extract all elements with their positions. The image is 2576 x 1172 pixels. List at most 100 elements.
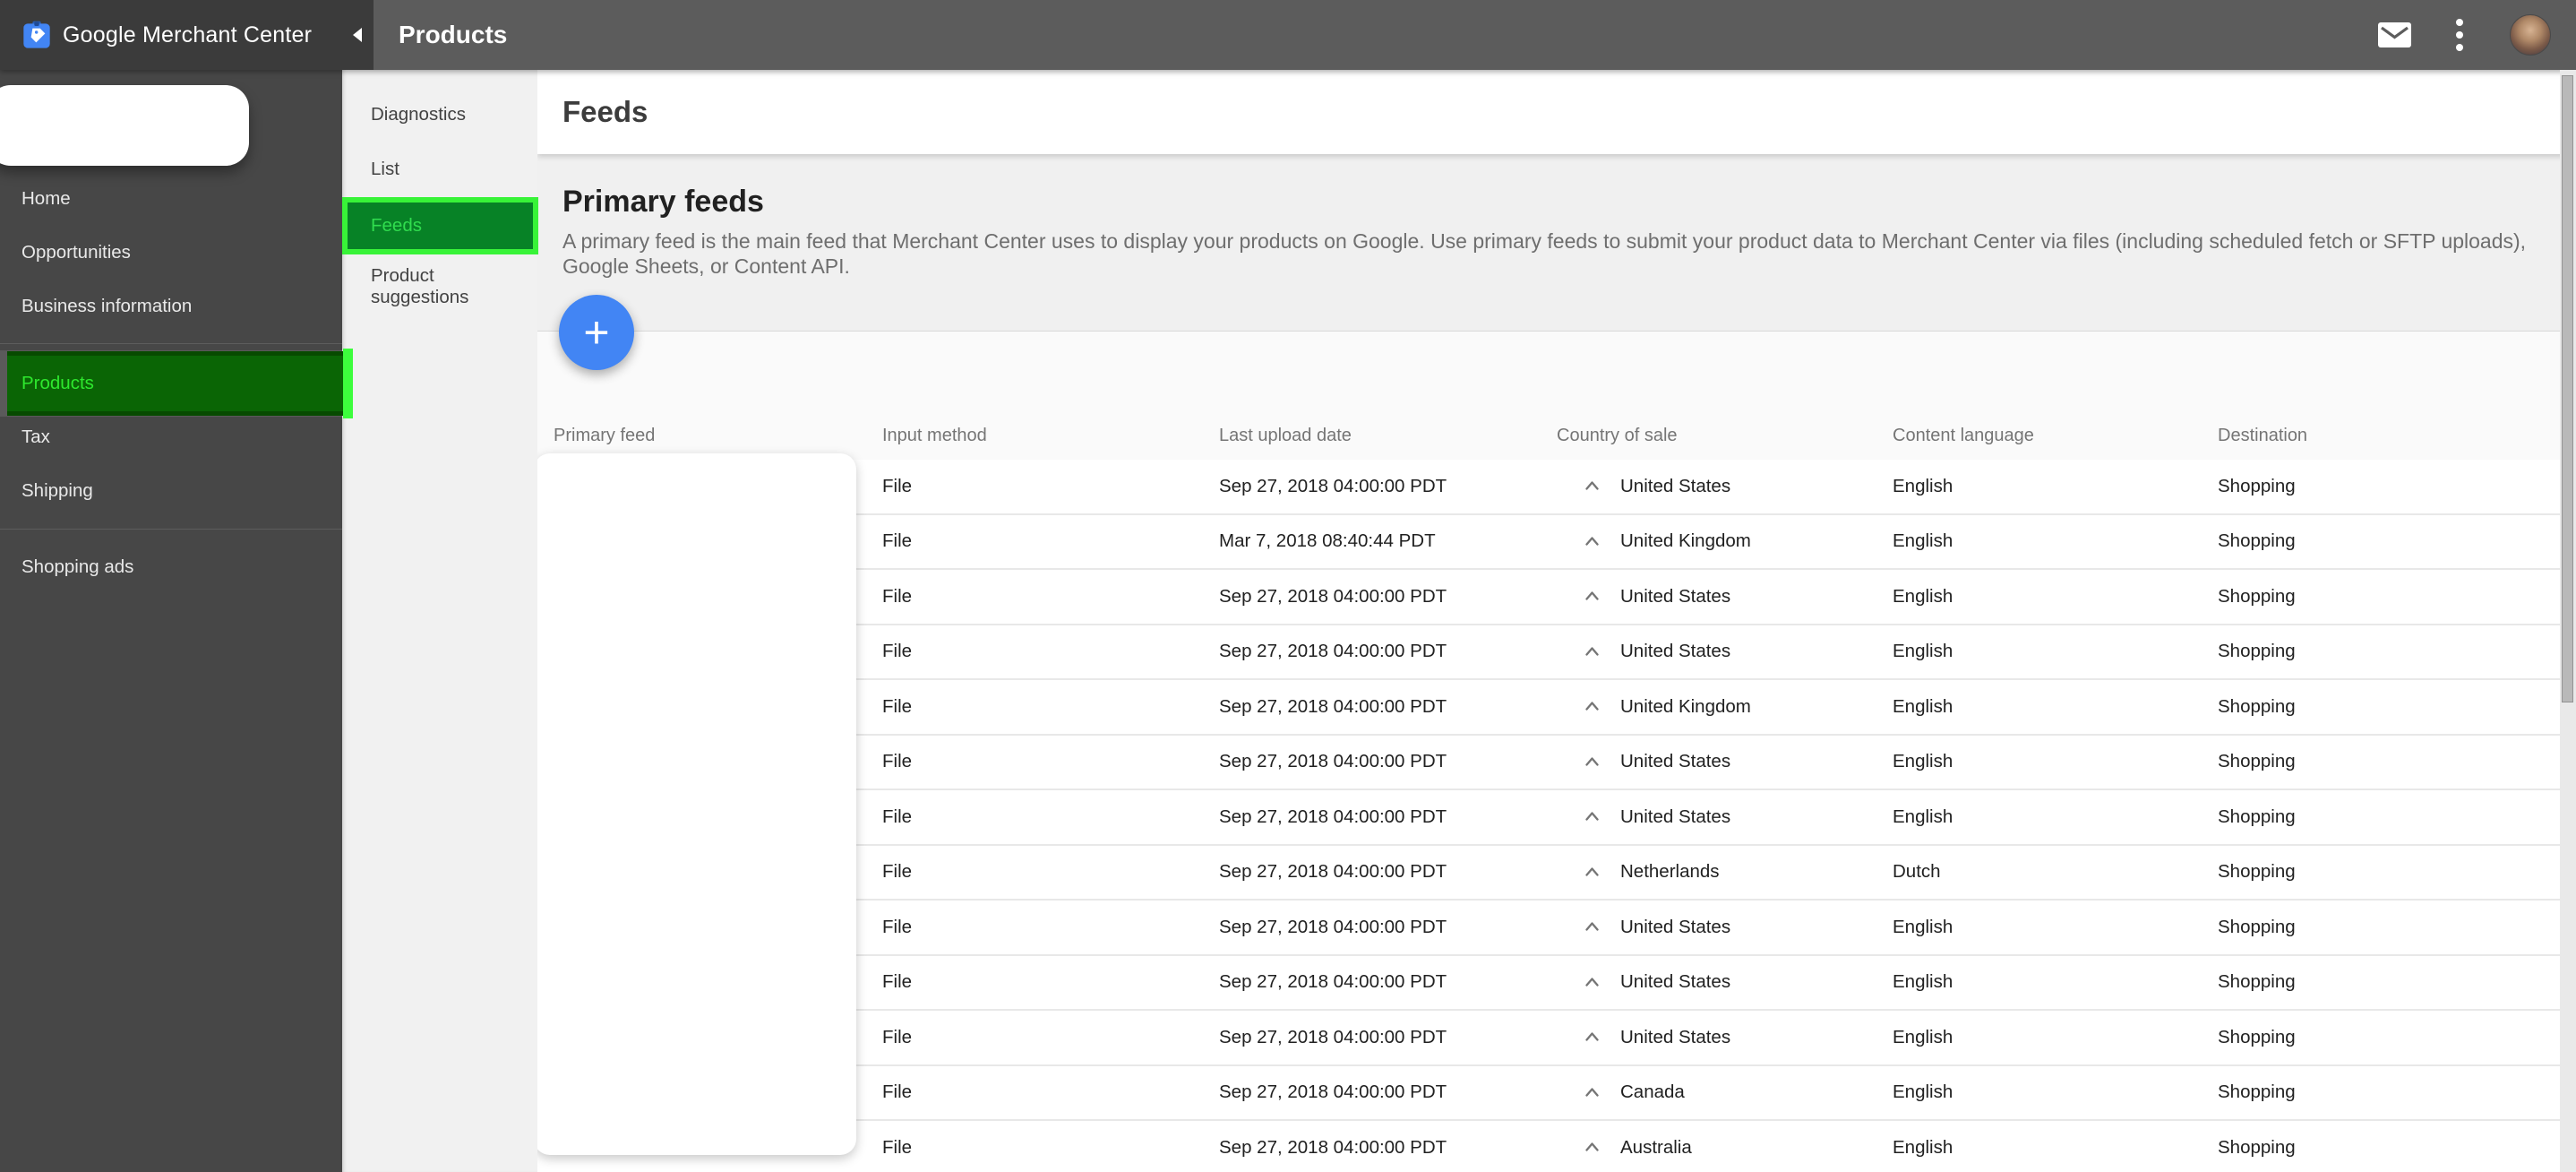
- sidebar-divider: [0, 529, 342, 530]
- chevron-up-icon[interactable]: [1582, 586, 1602, 607]
- redaction-overlay-primary-feed-column: [537, 453, 856, 1155]
- input-method-cell: File: [882, 641, 913, 662]
- scrollbar-thumb[interactable]: [2562, 75, 2573, 702]
- column-header-input-method: Input method: [882, 426, 987, 445]
- main-content: Feeds Primary feeds A primary feed is th…: [537, 70, 2576, 1172]
- content-language-cell: Dutch: [1893, 861, 1941, 883]
- kebab-menu-icon[interactable]: [2452, 15, 2467, 55]
- last-upload-date-cell: Sep 27, 2018 04:00:00 PDT: [1219, 806, 1447, 827]
- last-upload-date-cell: Mar 7, 2018 08:40:44 PDT: [1219, 530, 1436, 552]
- column-header-content-language: Content language: [1893, 426, 2034, 445]
- page-context-title: Products: [399, 21, 508, 48]
- sidebar-divider: [0, 343, 342, 344]
- chevron-up-icon[interactable]: [1582, 1082, 1602, 1103]
- destination-cell: Shopping: [2218, 971, 2296, 993]
- input-method-cell: File: [882, 1082, 913, 1103]
- collapse-arrow-icon[interactable]: [353, 28, 362, 42]
- country-label: Australia: [1620, 1136, 1692, 1158]
- subnav-item-label: Feeds: [371, 215, 422, 236]
- last-upload-date-cell: Sep 27, 2018 04:00:00 PDT: [1219, 971, 1447, 993]
- content-language-cell: English: [1893, 916, 1953, 937]
- chevron-up-icon[interactable]: [1582, 752, 1602, 772]
- sidebar-item-shopping-ads[interactable]: Shopping ads: [0, 540, 342, 594]
- section-description: A primary feed is the main feed that Mer…: [562, 229, 2527, 278]
- country-label: United Kingdom: [1620, 530, 1751, 552]
- subnav-item-list[interactable]: List: [342, 142, 537, 196]
- sidebar-item-products[interactable]: Products: [7, 351, 343, 416]
- last-upload-date-cell: Sep 27, 2018 04:00:00 PDT: [1219, 1082, 1447, 1103]
- country-label: United States: [1620, 475, 1731, 496]
- subnav-item-label: List: [371, 159, 399, 179]
- chevron-up-icon[interactable]: [1582, 642, 1602, 662]
- chevron-up-icon[interactable]: [1582, 862, 1602, 883]
- sidebar-item-business-information[interactable]: Business information: [0, 280, 342, 333]
- last-upload-date-cell: Sep 27, 2018 04:00:00 PDT: [1219, 475, 1447, 496]
- destination-cell: Shopping: [2218, 861, 2296, 883]
- chevron-up-icon[interactable]: [1582, 1027, 1602, 1047]
- sidebar-item-label: Products: [21, 373, 94, 393]
- last-upload-date-cell: Sep 27, 2018 04:00:00 PDT: [1219, 695, 1447, 717]
- add-primary-feed-button[interactable]: +: [559, 295, 634, 370]
- highlight-edge-bar: [343, 349, 353, 418]
- last-upload-date-cell: Sep 27, 2018 04:00:00 PDT: [1219, 751, 1447, 772]
- country-of-sale-cell: United States: [1557, 917, 1893, 938]
- chevron-up-icon[interactable]: [1582, 917, 1602, 937]
- country-label: United States: [1620, 751, 1731, 772]
- input-method-cell: File: [882, 695, 913, 717]
- sidebar-item-label: Shopping ads: [21, 556, 134, 577]
- plus-icon: +: [583, 307, 610, 358]
- country-of-sale-cell: United States: [1557, 586, 1893, 608]
- topbar-actions: [2378, 14, 2576, 56]
- subnav-item-feeds[interactable]: Feeds: [342, 197, 538, 254]
- input-method-cell: File: [882, 1136, 913, 1158]
- subnav-item-diagnostics[interactable]: Diagnostics: [342, 88, 537, 142]
- content-language-cell: English: [1893, 1026, 1953, 1047]
- country-label: United States: [1620, 971, 1731, 993]
- chevron-up-icon[interactable]: [1582, 1137, 1602, 1158]
- country-of-sale-cell: United States: [1557, 641, 1893, 662]
- input-method-cell: File: [882, 971, 913, 993]
- sidebar-item-opportunities[interactable]: Opportunities: [0, 226, 342, 280]
- column-header-country-of-sale: Country of sale: [1557, 426, 1678, 445]
- destination-cell: Shopping: [2218, 1026, 2296, 1047]
- sidebar-item-shipping[interactable]: Shipping: [0, 464, 342, 518]
- input-method-cell: File: [882, 916, 913, 937]
- sidebar-item-home[interactable]: Home: [0, 172, 342, 226]
- chevron-up-icon[interactable]: [1582, 476, 1602, 496]
- input-method-cell: File: [882, 861, 913, 883]
- input-method-cell: File: [882, 806, 913, 827]
- last-upload-date-cell: Sep 27, 2018 04:00:00 PDT: [1219, 641, 1447, 662]
- merchant-center-logo-icon: [23, 21, 50, 48]
- country-of-sale-cell: Netherlands: [1557, 861, 1893, 883]
- country-of-sale-cell: United States: [1557, 971, 1893, 993]
- chevron-up-icon[interactable]: [1582, 696, 1602, 717]
- country-label: United Kingdom: [1620, 695, 1751, 717]
- destination-cell: Shopping: [2218, 1082, 2296, 1103]
- sidebar-item-tax[interactable]: Tax: [0, 410, 342, 464]
- primary-feeds-section: Primary feeds A primary feed is the main…: [537, 154, 2576, 332]
- country-label: United States: [1620, 585, 1731, 607]
- last-upload-date-cell: Sep 27, 2018 04:00:00 PDT: [1219, 916, 1447, 937]
- destination-cell: Shopping: [2218, 695, 2296, 717]
- mail-icon[interactable]: [2378, 22, 2411, 47]
- chevron-up-icon[interactable]: [1582, 806, 1602, 827]
- sidebar-item-products-selected: Products: [0, 349, 353, 418]
- destination-cell: Shopping: [2218, 806, 2296, 827]
- country-of-sale-cell: United States: [1557, 1027, 1893, 1048]
- section-heading: Primary feeds: [562, 185, 764, 219]
- destination-cell: Shopping: [2218, 916, 2296, 937]
- brand-name: Google Merchant Center: [63, 22, 313, 47]
- subnav-item-product-suggestions[interactable]: Product suggestions: [342, 265, 537, 308]
- top-app-bar: Google Merchant Center Products: [0, 0, 2576, 70]
- country-of-sale-cell: United Kingdom: [1557, 696, 1893, 718]
- content-language-cell: English: [1893, 585, 1953, 607]
- chevron-up-icon[interactable]: [1582, 531, 1602, 552]
- last-upload-date-cell: Sep 27, 2018 04:00:00 PDT: [1219, 585, 1447, 607]
- country-of-sale-cell: United States: [1557, 751, 1893, 772]
- user-avatar[interactable]: [2510, 14, 2551, 56]
- sidebar-item-label: Opportunities: [21, 242, 131, 263]
- last-upload-date-cell: Sep 27, 2018 04:00:00 PDT: [1219, 1026, 1447, 1047]
- destination-cell: Shopping: [2218, 751, 2296, 772]
- chevron-up-icon[interactable]: [1582, 972, 1602, 993]
- input-method-cell: File: [882, 475, 913, 496]
